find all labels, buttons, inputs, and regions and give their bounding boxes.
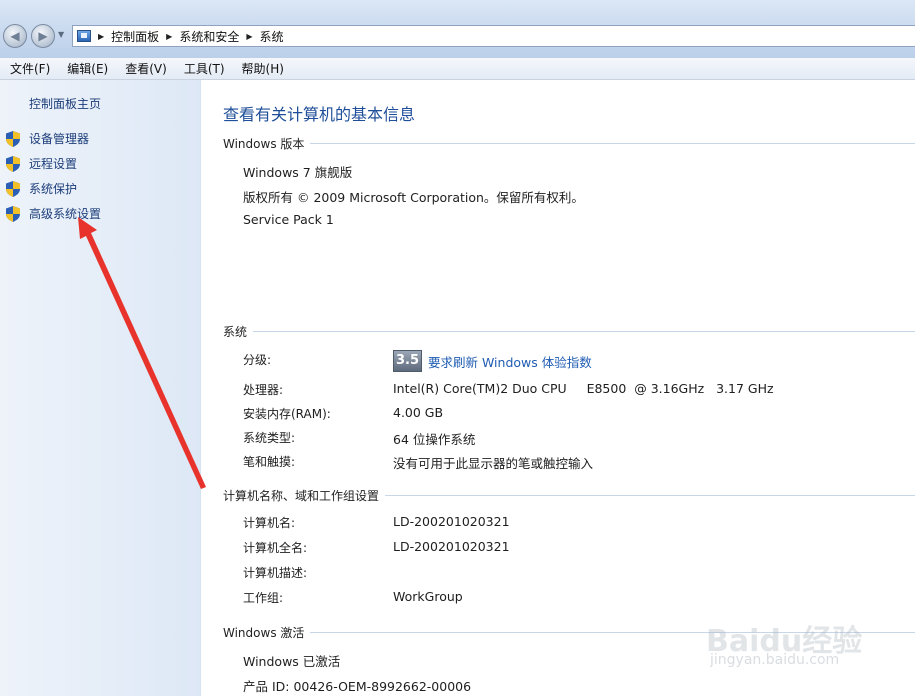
section-computer-name: 计算机名称、域和工作组设置: [223, 487, 915, 504]
sidebar-item-label: 高级系统设置: [29, 207, 102, 221]
sidebar-item-label: 系统保护: [29, 182, 78, 196]
menu-file[interactable]: 文件(F): [2, 58, 58, 80]
address-bar: ◀ ▶ ▼ ▶ 控制面板 ▶ 系统和安全 ▶ 系统: [0, 0, 915, 58]
shield-icon: [6, 130, 20, 147]
copyright-text: 版权所有 © 2009 Microsoft Corporation。保留所有权利…: [243, 190, 584, 205]
control-panel-home-link[interactable]: 控制面板主页: [29, 95, 101, 112]
control-panel-icon: [77, 30, 91, 42]
sidebar-item-advanced-system-settings[interactable]: 高级系统设置: [6, 205, 101, 222]
sidebar-item-label: 设备管理器: [29, 132, 90, 146]
shield-icon: [6, 180, 20, 197]
computer-name-value: LD-200201020321: [393, 514, 510, 529]
sidebar-item-device-manager[interactable]: 设备管理器: [6, 130, 89, 147]
back-arrow-icon: ◀: [10, 29, 20, 43]
processor-label: 处理器:: [243, 383, 284, 397]
watermark-url: jingyan.baidu.com: [710, 652, 840, 668]
pen-touch-value: 没有可用于此显示器的笔或触控输入: [393, 456, 594, 471]
divider: [385, 495, 915, 496]
crumb-control-panel[interactable]: 控制面板: [111, 28, 159, 45]
menu-edit[interactable]: 编辑(E): [59, 58, 116, 80]
experience-index-badge: 3.5: [393, 350, 422, 372]
processor-value: Intel(R) Core(TM)2 Duo CPU E8500 @ 3.16G…: [393, 381, 774, 396]
service-pack-text: Service Pack 1: [243, 212, 334, 227]
forward-button[interactable]: ▶: [31, 24, 55, 48]
sidebar-item-system-protection[interactable]: 系统保护: [6, 180, 77, 197]
chevron-right-icon[interactable]: ▶: [166, 32, 172, 41]
section-heading: 计算机名称、域和工作组设置: [223, 489, 380, 503]
product-id: 产品 ID: 00426-OEM-8992662-00006: [243, 679, 472, 694]
menu-help[interactable]: 帮助(H): [234, 58, 292, 80]
menu-bar: 文件(F) 编辑(E) 查看(V) 工具(T) 帮助(H): [0, 58, 915, 80]
ram-value: 4.00 GB: [393, 405, 444, 420]
recent-pages-dropdown[interactable]: ▼: [58, 30, 64, 39]
back-button[interactable]: ◀: [3, 24, 27, 48]
shield-icon: [6, 155, 20, 172]
crumb-system-security[interactable]: 系统和安全: [179, 28, 239, 45]
breadcrumb[interactable]: ▶ 控制面板 ▶ 系统和安全 ▶ 系统: [72, 25, 915, 47]
ram-label: 安装内存(RAM):: [243, 407, 331, 421]
section-heading: Windows 版本: [223, 137, 305, 151]
full-computer-name-label: 计算机全名:: [243, 541, 308, 555]
divider: [310, 143, 915, 144]
baidu-watermark: Baidu经验 jingyan.baidu.com: [700, 594, 910, 678]
windows-edition-value: Windows 7 旗舰版: [243, 165, 353, 180]
section-system: 系统: [223, 323, 915, 340]
section-heading: Windows 激活: [223, 626, 305, 640]
forward-arrow-icon: ▶: [38, 29, 48, 43]
full-computer-name-value: LD-200201020321: [393, 539, 510, 554]
section-heading: 系统: [223, 325, 248, 339]
workgroup-value: WorkGroup: [393, 589, 463, 604]
computer-name-label: 计算机名:: [243, 516, 296, 530]
sidebar: 控制面板主页 设备管理器 远程设置 系统保护 高级系统设置: [0, 80, 201, 696]
chevron-right-icon[interactable]: ▶: [246, 32, 252, 41]
rating-label: 分级:: [243, 353, 272, 367]
system-type-value: 64 位操作系统: [393, 432, 476, 447]
pen-touch-label: 笔和触摸:: [243, 455, 296, 469]
shield-icon: [6, 205, 20, 222]
section-windows-edition: Windows 版本: [223, 135, 915, 152]
divider: [253, 331, 915, 332]
page-title: 查看有关计算机的基本信息: [223, 105, 416, 124]
workgroup-label: 工作组:: [243, 591, 284, 605]
refresh-experience-index-link[interactable]: 要求刷新 Windows 体验指数: [428, 352, 592, 371]
chevron-right-icon[interactable]: ▶: [98, 32, 104, 41]
sidebar-item-remote-settings[interactable]: 远程设置: [6, 155, 77, 172]
menu-tools[interactable]: 工具(T): [176, 58, 233, 80]
activation-status: Windows 已激活: [243, 654, 341, 669]
computer-description-label: 计算机描述:: [243, 566, 308, 580]
crumb-system[interactable]: 系统: [260, 28, 284, 45]
sidebar-item-label: 远程设置: [29, 157, 78, 171]
system-type-label: 系统类型:: [243, 431, 296, 445]
menu-view[interactable]: 查看(V): [117, 58, 175, 80]
